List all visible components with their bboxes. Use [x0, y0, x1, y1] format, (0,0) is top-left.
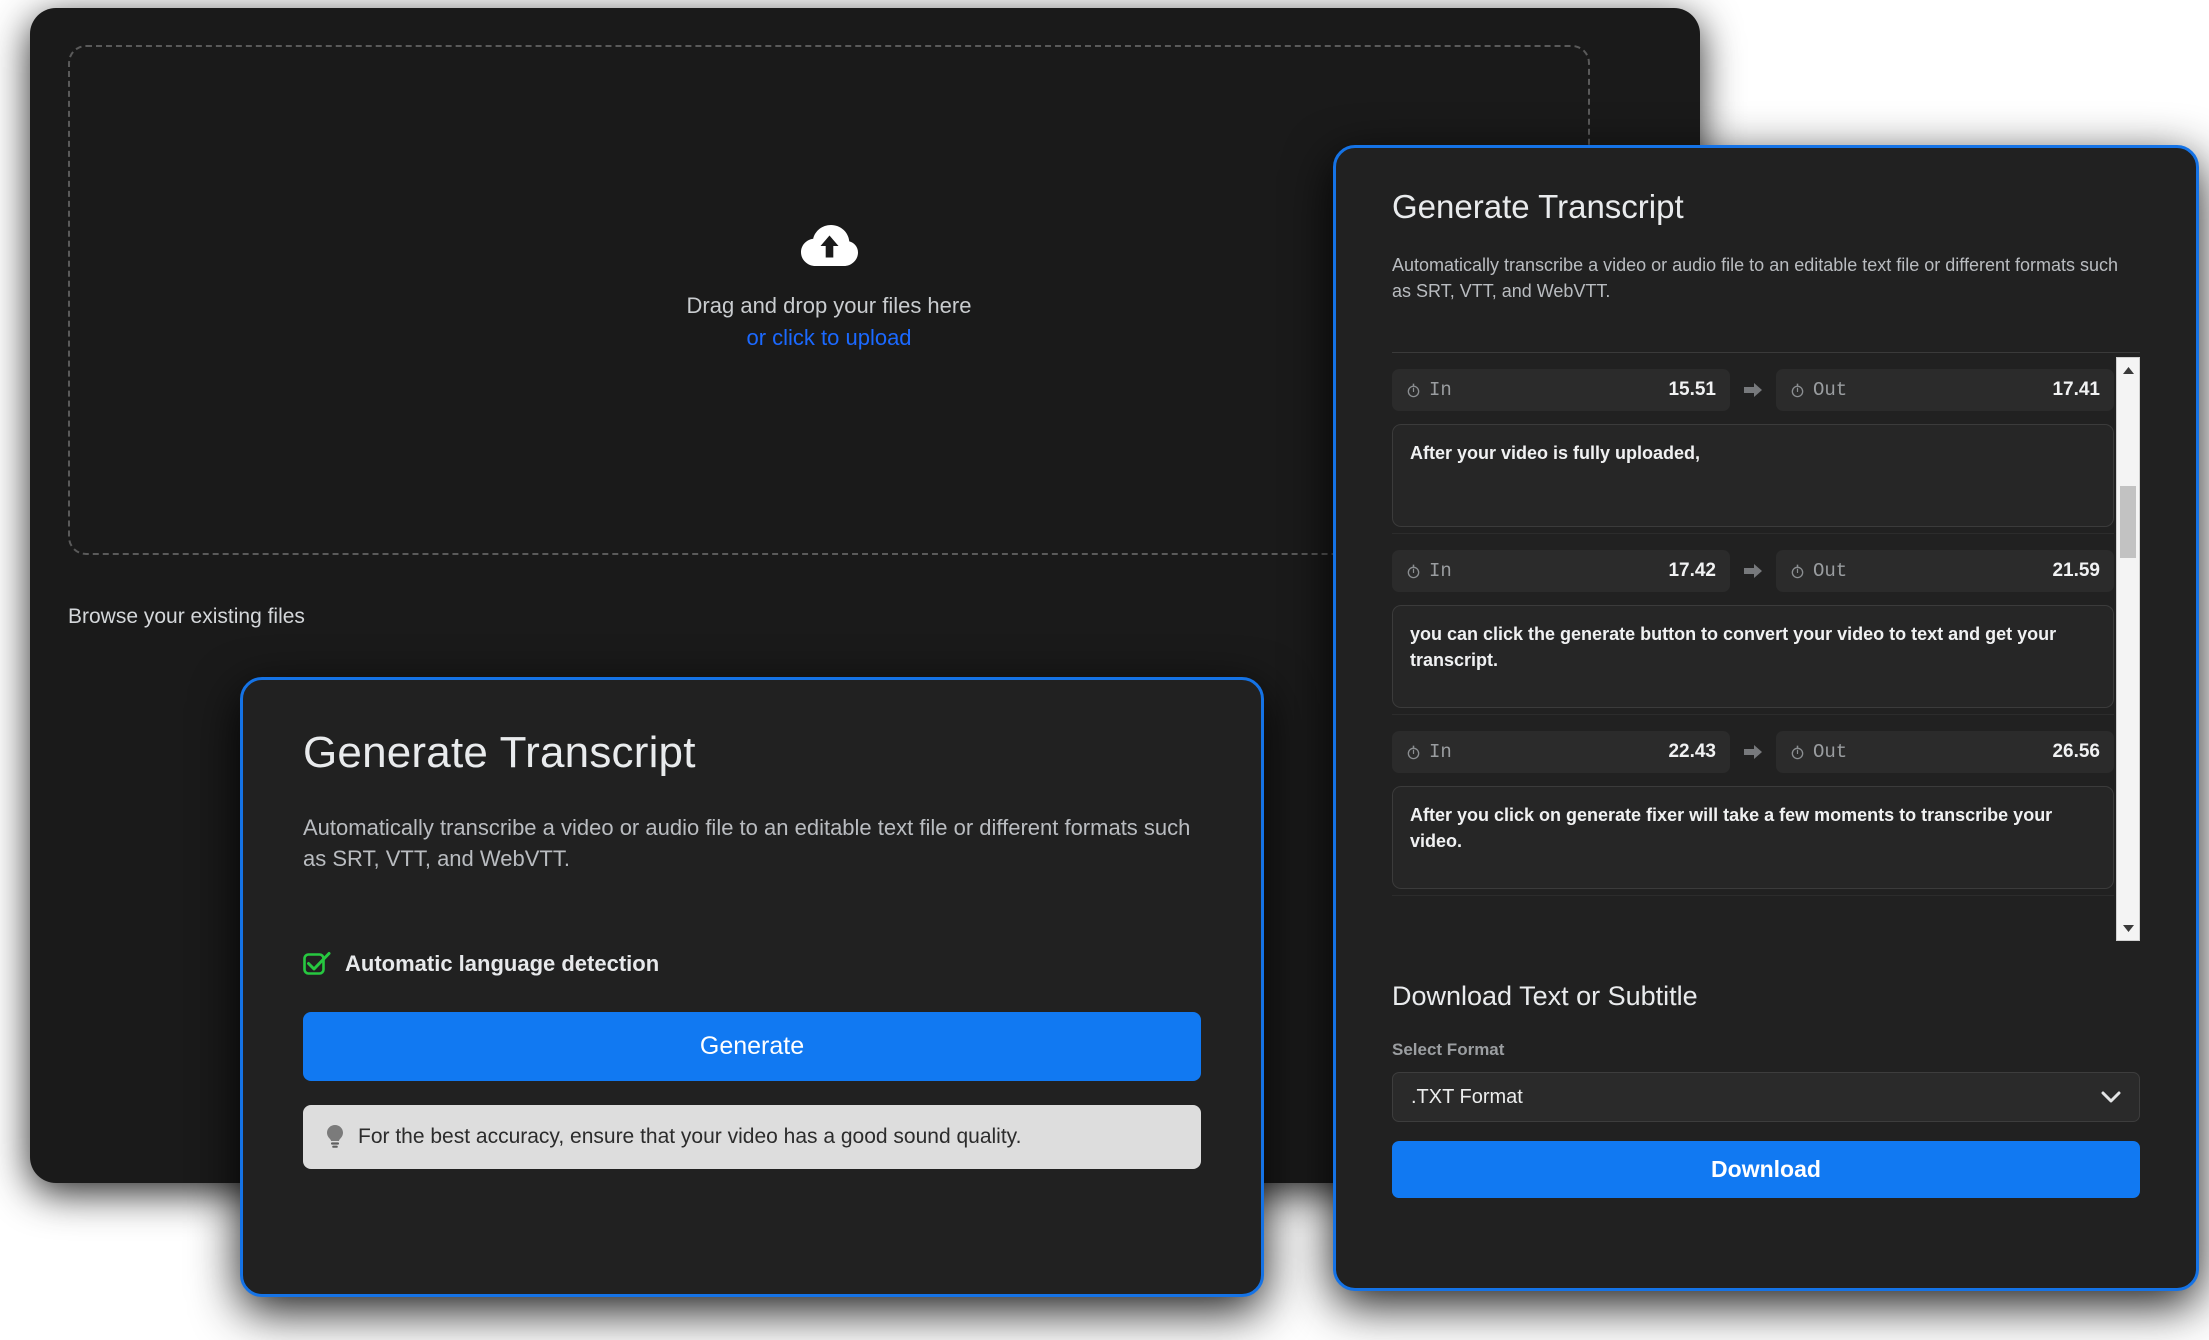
accuracy-hint-bar: For the best accuracy, ensure that your … — [303, 1105, 1201, 1170]
download-button[interactable]: Download — [1392, 1141, 2140, 1199]
out-label: Out — [1813, 560, 1848, 583]
card-description: Automatically transcribe a video or audi… — [303, 815, 1191, 872]
transcript-scroll-area: In 15.51 Out 17.41 After your video is f… — [1392, 353, 2114, 945]
in-time-field[interactable]: In 22.43 — [1392, 731, 1730, 774]
clock-icon — [1407, 564, 1420, 578]
accuracy-hint-text: For the best accuracy, ensure that your … — [358, 1125, 1022, 1149]
out-time-value: 26.56 — [2052, 741, 2100, 763]
download-section: Download Text or Subtitle Select Format … — [1336, 981, 2196, 1199]
download-section-title: Download Text or Subtitle — [1392, 981, 1698, 1012]
in-time-value: 22.43 — [1668, 741, 1716, 763]
scroll-down-arrow-icon[interactable] — [2117, 918, 2139, 938]
out-time-value: 21.59 — [2052, 560, 2100, 582]
out-time-label-group: Out — [1790, 379, 1847, 401]
in-time-label-group: In — [1406, 741, 1452, 763]
in-time-value: 15.51 — [1668, 379, 1716, 401]
generate-transcript-card-right: Generate Transcript Automatically transc… — [1333, 145, 2199, 1291]
transcript-list: In 15.51 Out 17.41 After your video is f… — [1392, 352, 2140, 945]
in-time-field[interactable]: In 15.51 — [1392, 369, 1730, 412]
cloud-upload-icon — [801, 225, 858, 267]
clock-icon — [1791, 383, 1804, 397]
transcript-row-times: In 15.51 Out 17.41 — [1392, 369, 2114, 412]
clock-icon — [1407, 383, 1420, 397]
transcript-row: In 17.42 Out 21.59 you can click the gen… — [1392, 534, 2114, 716]
right-card-description: Automatically transcribe a video or audi… — [1392, 255, 2119, 302]
arrow-right-icon — [1744, 745, 1762, 760]
dropzone-upload-link[interactable]: or click to upload — [569, 322, 1089, 354]
in-time-label-group: In — [1406, 379, 1452, 401]
in-time-field[interactable]: In 17.42 — [1392, 550, 1730, 593]
out-time-field[interactable]: Out 17.41 — [1776, 369, 2114, 412]
out-time-label-group: Out — [1790, 741, 1847, 763]
clock-icon — [1791, 564, 1804, 578]
format-select[interactable]: .TXT Format — [1392, 1072, 2140, 1123]
scrollbar-thumb[interactable] — [2120, 486, 2136, 559]
out-label: Out — [1813, 741, 1848, 764]
transcript-row-times: In 17.42 Out 21.59 — [1392, 550, 2114, 593]
transcript-row: In 22.43 Out 26.56 After you click on ge… — [1392, 715, 2114, 897]
browse-existing-files-link[interactable]: Browse your existing files — [68, 605, 305, 629]
in-label: In — [1429, 560, 1452, 583]
lightbulb-icon — [327, 1125, 343, 1149]
in-label: In — [1429, 741, 1452, 764]
right-page-title: Generate Transcript — [1392, 188, 1684, 225]
dropzone-content: Drag and drop your files here or click t… — [569, 222, 1089, 354]
select-format-label: Select Format — [1392, 1040, 1505, 1060]
out-time-value: 17.41 — [2052, 379, 2100, 401]
right-card-header: Generate Transcript Automatically transc… — [1336, 188, 2196, 304]
out-label: Out — [1813, 379, 1848, 402]
out-time-label-group: Out — [1790, 560, 1847, 582]
chevron-down-icon — [2101, 1091, 2121, 1103]
transcript-text-input[interactable]: After your video is fully uploaded, — [1392, 424, 2114, 528]
out-time-field[interactable]: Out 26.56 — [1776, 731, 2114, 774]
arrow-right-icon — [1744, 383, 1762, 398]
transcript-section: In 15.51 Out 17.41 After your video is f… — [1336, 352, 2196, 945]
generate-transcript-card-left: Generate Transcript Automatically transc… — [240, 677, 1264, 1297]
scroll-up-arrow-icon[interactable] — [2117, 360, 2139, 380]
page-title: Generate Transcript — [303, 728, 696, 777]
automatic-language-detection-label: Automatic language detection — [345, 951, 660, 977]
transcript-row-times: In 22.43 Out 26.56 — [1392, 731, 2114, 774]
clock-icon — [1407, 745, 1420, 759]
in-time-label-group: In — [1406, 560, 1452, 582]
format-select-value: .TXT Format — [1411, 1085, 1523, 1108]
transcript-text-input[interactable]: you can click the generate button to con… — [1392, 605, 2114, 709]
clock-icon — [1791, 745, 1804, 759]
in-time-value: 17.42 — [1668, 560, 1716, 582]
in-label: In — [1429, 379, 1452, 402]
out-time-field[interactable]: Out 21.59 — [1776, 550, 2114, 593]
automatic-language-detection-checkbox[interactable]: Automatic language detection — [303, 950, 1201, 978]
dropzone-primary-text: Drag and drop your files here — [686, 293, 972, 319]
transcript-row: In 15.51 Out 17.41 After your video is f… — [1392, 353, 2114, 535]
transcript-text-input[interactable]: After you click on generate fixer will t… — [1392, 786, 2114, 890]
transcript-scrollbar[interactable] — [2116, 357, 2140, 942]
green-check-icon — [303, 952, 331, 976]
generate-button[interactable]: Generate — [303, 1012, 1201, 1082]
arrow-right-icon — [1744, 564, 1762, 579]
